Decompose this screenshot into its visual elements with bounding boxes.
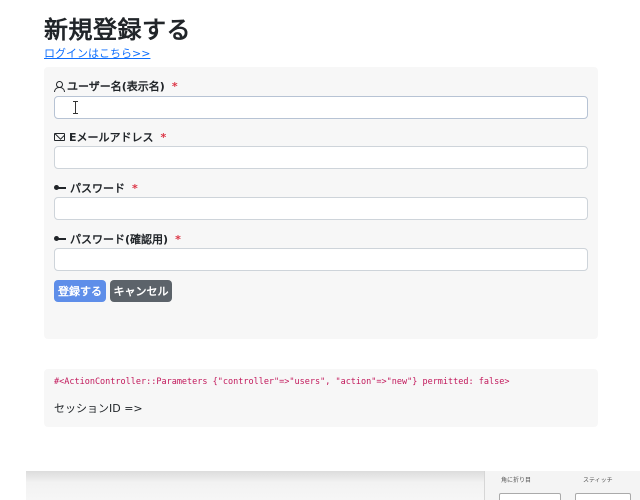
email-input[interactable] [54, 146, 588, 169]
mail-icon [54, 133, 65, 141]
fold-option[interactable] [499, 493, 561, 500]
user-icon [54, 81, 65, 92]
debug-session-id: セッションID => [54, 402, 143, 415]
key-icon [54, 185, 66, 191]
password-confirm-label: パスワード(確認用) * [54, 231, 181, 247]
email-label: Eメールアドレス * [54, 129, 166, 145]
bottom-panel: 角に折り目 スティッチ [484, 471, 640, 500]
page-title: 新規登録する [44, 16, 191, 44]
bottom-overlay-bar: 角に折り目 スティッチ [26, 471, 640, 500]
bottom-panel-label-stitch: スティッチ [583, 477, 613, 484]
stitch-option[interactable] [575, 493, 631, 500]
text-cursor-icon [73, 101, 78, 114]
username-label-text: ユーザー名(表示名) [67, 80, 165, 93]
password-confirm-label-text: パスワード(確認用) [70, 233, 169, 246]
signup-form: ユーザー名(表示名) * Eメールアドレス * パスワード * パスワード(確認用) *… [44, 67, 598, 339]
required-mark: * [175, 232, 181, 246]
password-label-text: パスワード [70, 182, 125, 195]
debug-panel: #<ActionController::Parameters {"control… [44, 369, 598, 427]
email-label-text: Eメールアドレス [69, 131, 154, 144]
required-mark: * [132, 181, 138, 195]
username-label: ユーザー名(表示名) * [54, 78, 178, 94]
required-mark: * [160, 130, 167, 144]
username-input[interactable] [54, 96, 588, 119]
password-input[interactable] [54, 197, 588, 220]
password-label: パスワード * [54, 180, 138, 196]
password-confirm-input[interactable] [54, 248, 588, 271]
key-icon [54, 236, 66, 242]
required-mark: * [171, 79, 178, 93]
cancel-button[interactable]: キャンセル [110, 280, 172, 302]
debug-params: #<ActionController::Parameters {"control… [54, 377, 510, 387]
register-button[interactable]: 登録する [54, 280, 106, 302]
bottom-panel-label-fold: 角に折り目 [501, 477, 532, 484]
login-link[interactable]: ログインはこちら>> [44, 45, 150, 61]
